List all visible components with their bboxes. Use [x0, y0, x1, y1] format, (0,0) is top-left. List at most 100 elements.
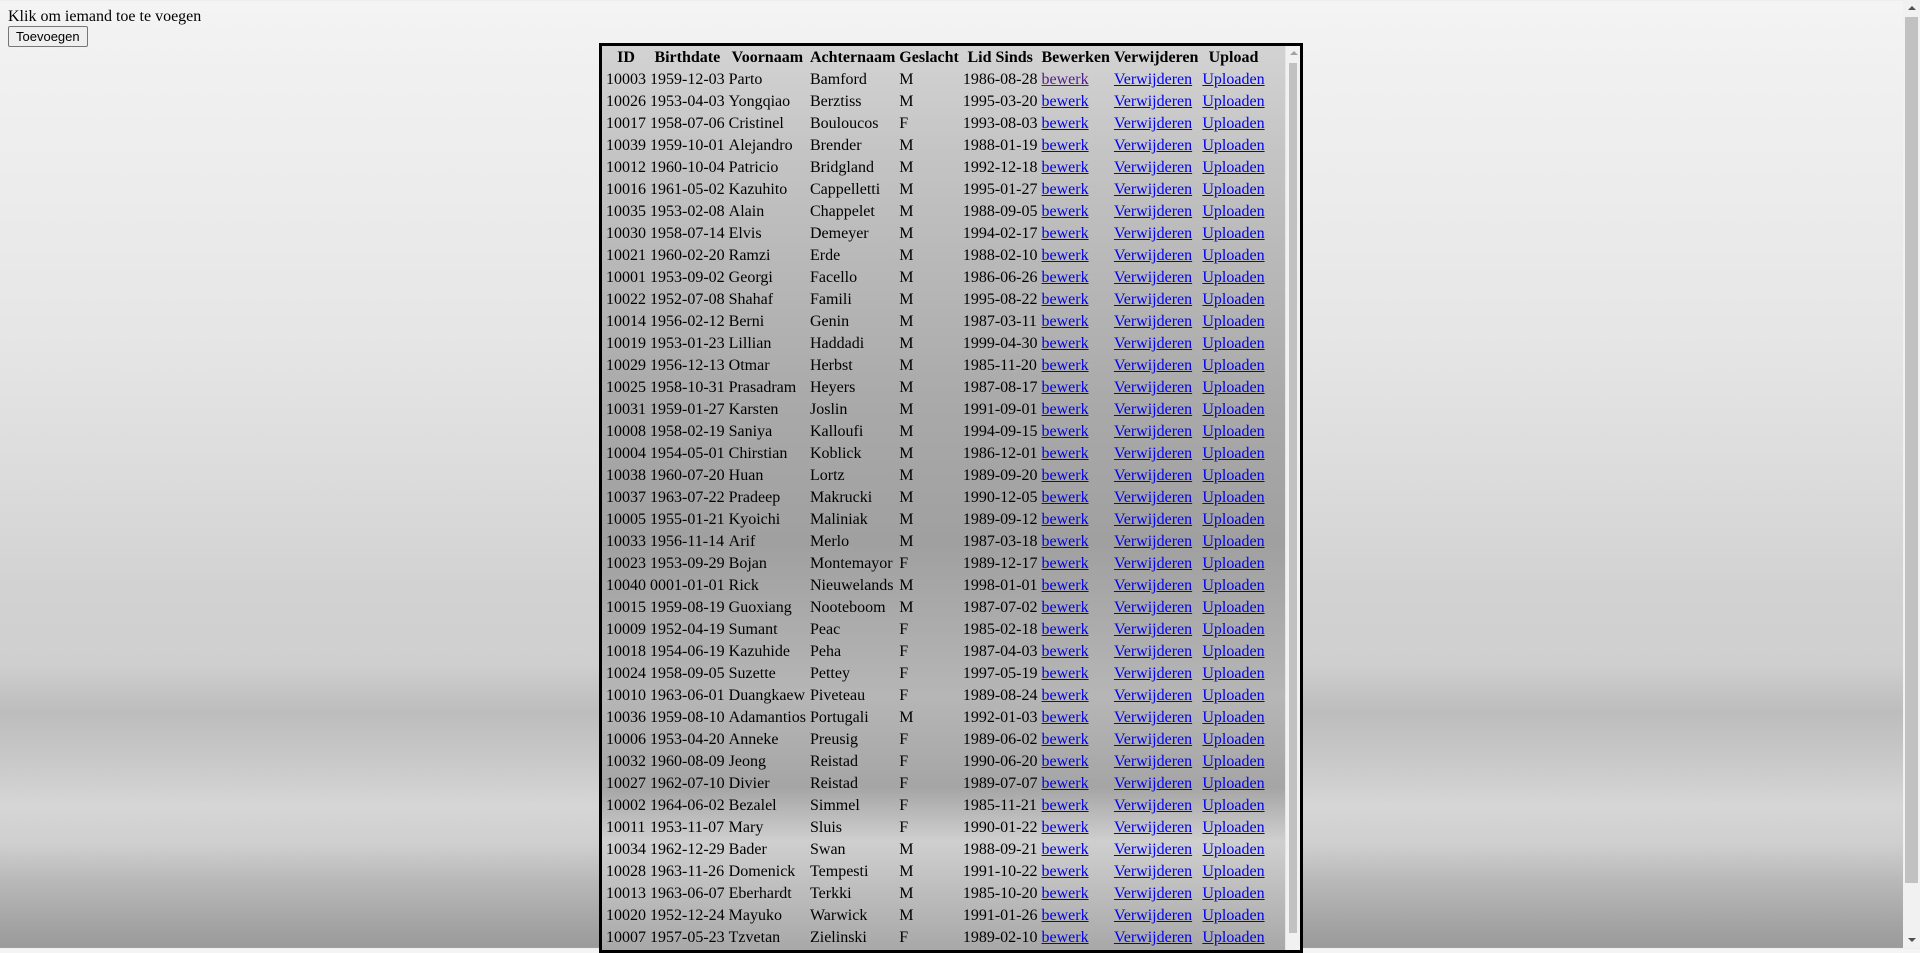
upload-link[interactable]: Uploaden: [1202, 863, 1264, 880]
delete-link[interactable]: Verwijderen: [1114, 863, 1192, 880]
edit-link[interactable]: bewerk: [1042, 819, 1089, 836]
delete-link[interactable]: Verwijderen: [1114, 71, 1192, 88]
edit-link[interactable]: bewerk: [1042, 335, 1089, 352]
upload-link[interactable]: Uploaden: [1202, 929, 1264, 946]
edit-link[interactable]: bewerk: [1042, 247, 1089, 264]
page-scrollbar[interactable]: [1903, 0, 1920, 948]
edit-link[interactable]: bewerk: [1042, 907, 1089, 924]
upload-link[interactable]: Uploaden: [1202, 335, 1264, 352]
delete-link[interactable]: Verwijderen: [1114, 137, 1192, 154]
upload-link[interactable]: Uploaden: [1202, 313, 1264, 330]
upload-link[interactable]: Uploaden: [1202, 423, 1264, 440]
edit-link[interactable]: bewerk: [1042, 841, 1089, 858]
upload-link[interactable]: Uploaden: [1202, 115, 1264, 132]
add-button[interactable]: Toevoegen: [8, 26, 88, 47]
upload-link[interactable]: Uploaden: [1202, 885, 1264, 902]
upload-link[interactable]: Uploaden: [1202, 775, 1264, 792]
edit-link[interactable]: bewerk: [1042, 291, 1089, 308]
edit-link[interactable]: bewerk: [1042, 467, 1089, 484]
upload-link[interactable]: Uploaden: [1202, 665, 1264, 682]
upload-link[interactable]: Uploaden: [1202, 225, 1264, 242]
delete-link[interactable]: Verwijderen: [1114, 159, 1192, 176]
edit-link[interactable]: bewerk: [1042, 599, 1089, 616]
delete-link[interactable]: Verwijderen: [1114, 643, 1192, 660]
delete-link[interactable]: Verwijderen: [1114, 731, 1192, 748]
delete-link[interactable]: Verwijderen: [1114, 599, 1192, 616]
page-scrollbar-thumb[interactable]: [1905, 17, 1918, 883]
upload-link[interactable]: Uploaden: [1202, 687, 1264, 704]
delete-link[interactable]: Verwijderen: [1114, 467, 1192, 484]
edit-link[interactable]: bewerk: [1042, 511, 1089, 528]
delete-link[interactable]: Verwijderen: [1114, 753, 1192, 770]
delete-link[interactable]: Verwijderen: [1114, 709, 1192, 726]
page-scroll-down-arrow-icon[interactable]: [1908, 938, 1916, 942]
delete-link[interactable]: Verwijderen: [1114, 225, 1192, 242]
edit-link[interactable]: bewerk: [1042, 203, 1089, 220]
upload-link[interactable]: Uploaden: [1202, 511, 1264, 528]
delete-link[interactable]: Verwijderen: [1114, 247, 1192, 264]
edit-link[interactable]: bewerk: [1042, 401, 1089, 418]
edit-link[interactable]: bewerk: [1042, 379, 1089, 396]
upload-link[interactable]: Uploaden: [1202, 401, 1264, 418]
delete-link[interactable]: Verwijderen: [1114, 797, 1192, 814]
upload-link[interactable]: Uploaden: [1202, 797, 1264, 814]
upload-link[interactable]: Uploaden: [1202, 247, 1264, 264]
upload-link[interactable]: Uploaden: [1202, 291, 1264, 308]
delete-link[interactable]: Verwijderen: [1114, 291, 1192, 308]
page-scroll-up-arrow-icon[interactable]: [1908, 6, 1916, 10]
edit-link[interactable]: bewerk: [1042, 621, 1089, 638]
delete-link[interactable]: Verwijderen: [1114, 269, 1192, 286]
upload-link[interactable]: Uploaden: [1202, 709, 1264, 726]
delete-link[interactable]: Verwijderen: [1114, 929, 1192, 946]
delete-link[interactable]: Verwijderen: [1114, 203, 1192, 220]
delete-link[interactable]: Verwijderen: [1114, 533, 1192, 550]
edit-link[interactable]: bewerk: [1042, 731, 1089, 748]
edit-link[interactable]: bewerk: [1042, 885, 1089, 902]
delete-link[interactable]: Verwijderen: [1114, 885, 1192, 902]
upload-link[interactable]: Uploaden: [1202, 489, 1264, 506]
edit-link[interactable]: bewerk: [1042, 71, 1089, 88]
edit-link[interactable]: bewerk: [1042, 137, 1089, 154]
delete-link[interactable]: Verwijderen: [1114, 687, 1192, 704]
delete-link[interactable]: Verwijderen: [1114, 775, 1192, 792]
edit-link[interactable]: bewerk: [1042, 357, 1089, 374]
edit-link[interactable]: bewerk: [1042, 665, 1089, 682]
edit-link[interactable]: bewerk: [1042, 269, 1089, 286]
upload-link[interactable]: Uploaden: [1202, 555, 1264, 572]
edit-link[interactable]: bewerk: [1042, 797, 1089, 814]
upload-link[interactable]: Uploaden: [1202, 71, 1264, 88]
edit-link[interactable]: bewerk: [1042, 753, 1089, 770]
upload-link[interactable]: Uploaden: [1202, 577, 1264, 594]
delete-link[interactable]: Verwijderen: [1114, 621, 1192, 638]
table-scrollbar[interactable]: [1285, 46, 1300, 950]
delete-link[interactable]: Verwijderen: [1114, 555, 1192, 572]
delete-link[interactable]: Verwijderen: [1114, 115, 1192, 132]
upload-link[interactable]: Uploaden: [1202, 819, 1264, 836]
edit-link[interactable]: bewerk: [1042, 577, 1089, 594]
delete-link[interactable]: Verwijderen: [1114, 445, 1192, 462]
edit-link[interactable]: bewerk: [1042, 489, 1089, 506]
delete-link[interactable]: Verwijderen: [1114, 181, 1192, 198]
edit-link[interactable]: bewerk: [1042, 555, 1089, 572]
delete-link[interactable]: Verwijderen: [1114, 665, 1192, 682]
edit-link[interactable]: bewerk: [1042, 863, 1089, 880]
edit-link[interactable]: bewerk: [1042, 533, 1089, 550]
upload-link[interactable]: Uploaden: [1202, 357, 1264, 374]
edit-link[interactable]: bewerk: [1042, 687, 1089, 704]
upload-link[interactable]: Uploaden: [1202, 907, 1264, 924]
delete-link[interactable]: Verwijderen: [1114, 907, 1192, 924]
edit-link[interactable]: bewerk: [1042, 225, 1089, 242]
delete-link[interactable]: Verwijderen: [1114, 401, 1192, 418]
delete-link[interactable]: Verwijderen: [1114, 313, 1192, 330]
upload-link[interactable]: Uploaden: [1202, 621, 1264, 638]
delete-link[interactable]: Verwijderen: [1114, 841, 1192, 858]
upload-link[interactable]: Uploaden: [1202, 159, 1264, 176]
delete-link[interactable]: Verwijderen: [1114, 423, 1192, 440]
edit-link[interactable]: bewerk: [1042, 159, 1089, 176]
upload-link[interactable]: Uploaden: [1202, 379, 1264, 396]
upload-link[interactable]: Uploaden: [1202, 269, 1264, 286]
delete-link[interactable]: Verwijderen: [1114, 819, 1192, 836]
delete-link[interactable]: Verwijderen: [1114, 93, 1192, 110]
upload-link[interactable]: Uploaden: [1202, 599, 1264, 616]
upload-link[interactable]: Uploaden: [1202, 203, 1264, 220]
